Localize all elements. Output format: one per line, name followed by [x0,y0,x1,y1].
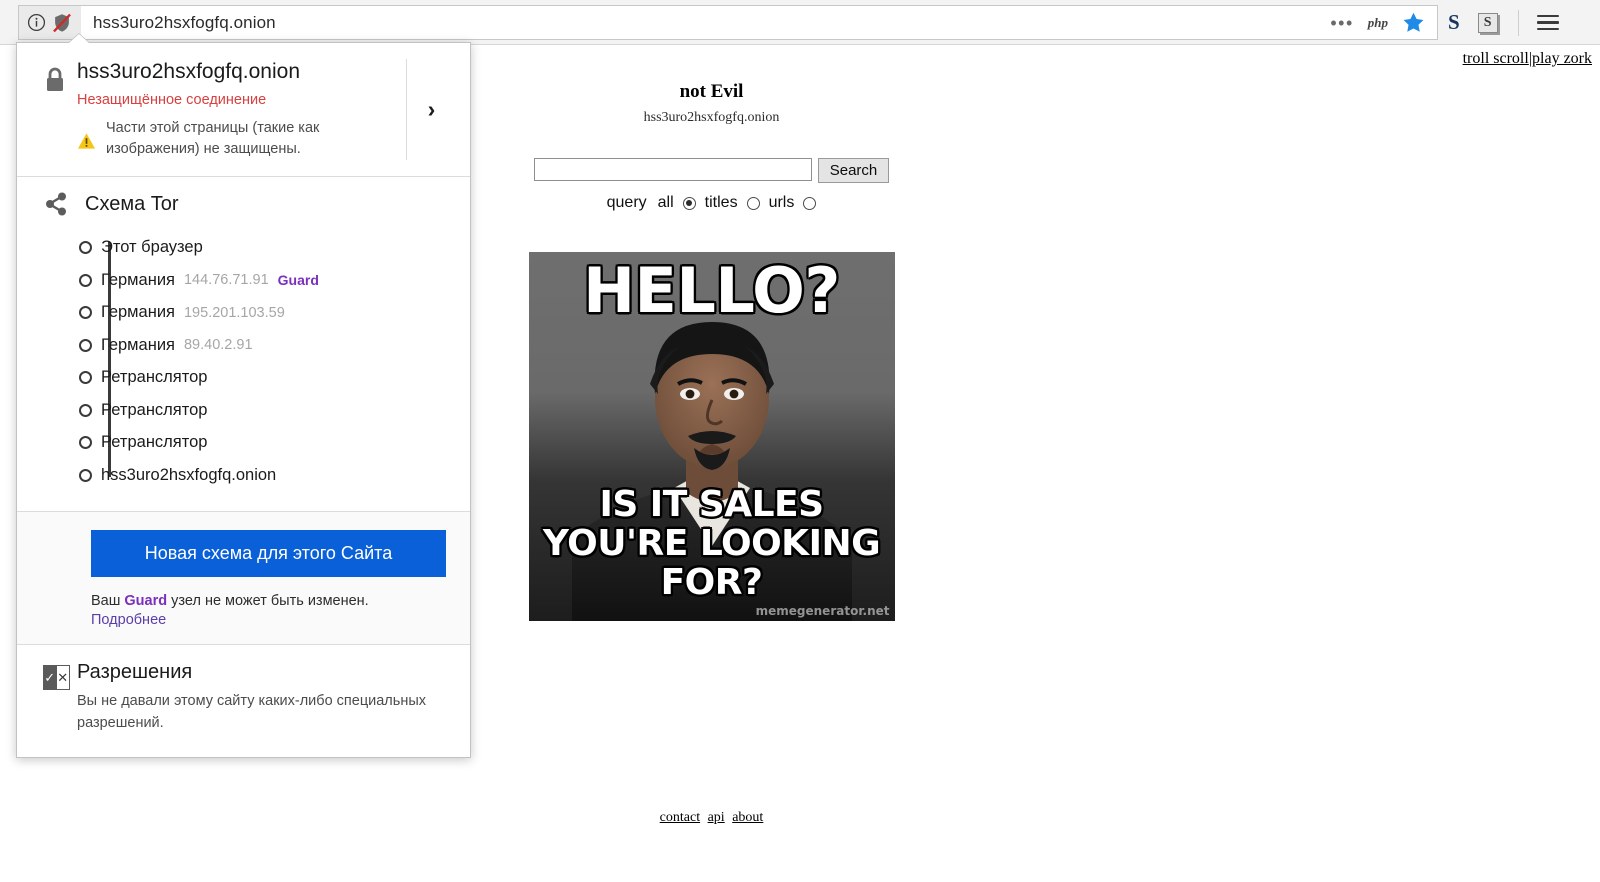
connection-status: Незащищённое соединение [77,92,267,109]
scope-option-all-label: all [657,194,674,211]
extension-toolbar: S S [1448,5,1559,40]
scope-radio-titles[interactable] [746,196,760,210]
circuit-node: hss3uro2hsxfogfq.onion [79,459,456,492]
search-input[interactable] [533,158,812,181]
three-dots-icon[interactable]: ••• [1330,14,1353,32]
star-icon[interactable] [1402,11,1425,34]
tor-circuit-section: Схема Tor Этот браузер Германия 144.76.7… [17,177,470,513]
footer-link-api[interactable]: api [708,810,725,825]
site-security-section[interactable]: hss3uro2hsxfogfq.onion Незащищённое соед… [17,43,470,178]
meme-watermark: memegenerator.net [755,604,890,618]
extension-s-icon[interactable]: S [1448,10,1460,35]
circuit-node-label: Германия [101,335,175,354]
play-zork-link[interactable]: play zork [1532,50,1592,67]
scope-label: query [606,194,647,211]
circuit-node-ip: 195.201.103.59 [183,304,285,321]
tor-circuit-title: Схема Tor [85,192,179,215]
lock-icon-wrap [31,59,77,160]
url-bar[interactable]: hss3uro2hsxfogfq.onion ••• php [18,5,1438,40]
circuit-node-label: Германия [101,303,175,322]
circuit-node-label: Германия [101,270,175,289]
toolbar-divider [1517,9,1519,36]
browser-window: hss3uro2hsxfogfq.onion ••• php S S troll… [0,0,1600,882]
tor-circuit-header: Схема Tor [31,191,456,217]
scope-option-urls-label: urls [768,194,795,211]
circuit-node-dot-icon [79,241,92,255]
tor-circuit-list: Этот браузер Германия 144.76.71.91 Guard… [31,231,456,491]
php-icon[interactable]: php [1368,15,1388,31]
permissions-section: ✓ ✕ Разрешения Вы не давали этому сайту … [17,645,470,757]
permissions-check-cross-icon: ✓ ✕ [43,665,70,691]
circuit-node-dot-icon [79,338,92,352]
permissions-title: Разрешения [77,661,193,684]
scope-option-titles-label: titles [704,194,738,211]
site-identity-panel: hss3uro2hsxfogfq.onion Незащищённое соед… [16,34,471,758]
panel-arrow [69,34,89,43]
browser-toolbar: hss3uro2hsxfogfq.onion ••• php S S [0,0,1600,45]
guard-note-post: узел не может быть изменен. [167,593,369,610]
url-bar-actions: ••• php [1330,11,1437,34]
circuit-node-dot-icon [79,273,92,287]
permissions-description: Вы не давали этому сайту каких-либо спец… [77,693,427,732]
learn-more-link[interactable]: Подробнее [91,612,456,628]
circuit-node-guard-badge: Guard [277,272,319,289]
circuit-node: Ретранслятор [79,426,456,459]
circuit-node-dot-icon [79,403,92,417]
chevron-right-icon[interactable]: › [406,59,456,161]
circuit-node-dot-icon [79,306,92,320]
meme-image: HELLO? IS IT SALES YOU'RE LOOKING FOR? m… [528,252,895,621]
scope-radio-urls[interactable] [803,196,817,210]
circuit-node: Германия 144.76.71.91 Guard [79,264,456,297]
new-circuit-section: Новая схема для этого Сайта Ваш Guard уз… [17,512,470,646]
circuit-node: Германия 89.40.2.91 [79,329,456,362]
guard-note-pre: Ваш [91,593,125,610]
site-host: hss3uro2hsxfogfq.onion [77,60,300,83]
warning-triangle-icon [77,133,96,149]
circuit-node: Ретранслятор [79,361,456,394]
new-circuit-button[interactable]: Новая схема для этого Сайта [91,530,446,578]
footer-link-contact[interactable]: contact [660,810,700,825]
permissions-check-half: ✓ [43,665,57,691]
extension-s-box-icon[interactable]: S [1477,12,1498,33]
circuit-node-label: Ретранслятор [101,433,208,452]
permissions-cross-half: ✕ [56,665,70,691]
mixed-content-text: Части этой страницы (такие как изображен… [106,120,320,158]
url-text[interactable]: hss3uro2hsxfogfq.onion [81,13,1330,33]
circuit-node-label: Ретранслятор [101,368,208,387]
guard-note-badge: Guard [124,593,168,610]
permissions-icon-wrap: ✓ ✕ [31,661,77,735]
hamburger-icon[interactable] [1536,14,1559,31]
lock-icon [47,67,63,91]
circuit-node-ip: 144.76.71.91 [183,272,269,289]
footer-links: contact api about [0,810,1423,826]
tor-circuit-icon [46,192,66,216]
guard-note: Ваш Guard узел не может быть изменен. [91,593,456,609]
circuit-node-dot-icon [79,468,92,482]
mixed-content-row: Части этой страницы (такие как изображен… [77,118,398,160]
circuit-node-dot-icon [79,436,92,450]
troll-scroll-link[interactable]: troll scroll [1463,50,1529,67]
circuit-node-label: Этот браузер [101,238,203,257]
circuit-node-dot-icon [79,371,92,385]
meme-bottom-text: IS IT SALES YOU'RE LOOKING FOR? [542,484,881,604]
circuit-node-label: Ретранслятор [101,400,208,419]
circuit-node-ip: 89.40.2.91 [183,337,253,354]
shield-crossed-icon[interactable] [51,12,73,34]
circuit-node: Ретранслятор [79,394,456,427]
scope-radio-all[interactable] [682,196,696,210]
circuit-node: Этот браузер [79,231,456,264]
site-security-body: hss3uro2hsxfogfq.onion Незащищённое соед… [77,59,406,160]
meme-top-text: HELLO? [583,254,840,327]
circuit-node-label: hss3uro2hsxfogfq.onion [101,465,277,484]
info-circle-icon[interactable] [27,13,46,32]
search-button[interactable]: Search [817,158,890,183]
top-links: troll scroll|play zork [1463,50,1592,68]
permissions-body: Разрешения Вы не давали этому сайту каки… [77,661,456,735]
circuit-node: Германия 195.201.103.59 [79,296,456,329]
footer-link-about[interactable]: about [732,810,763,825]
